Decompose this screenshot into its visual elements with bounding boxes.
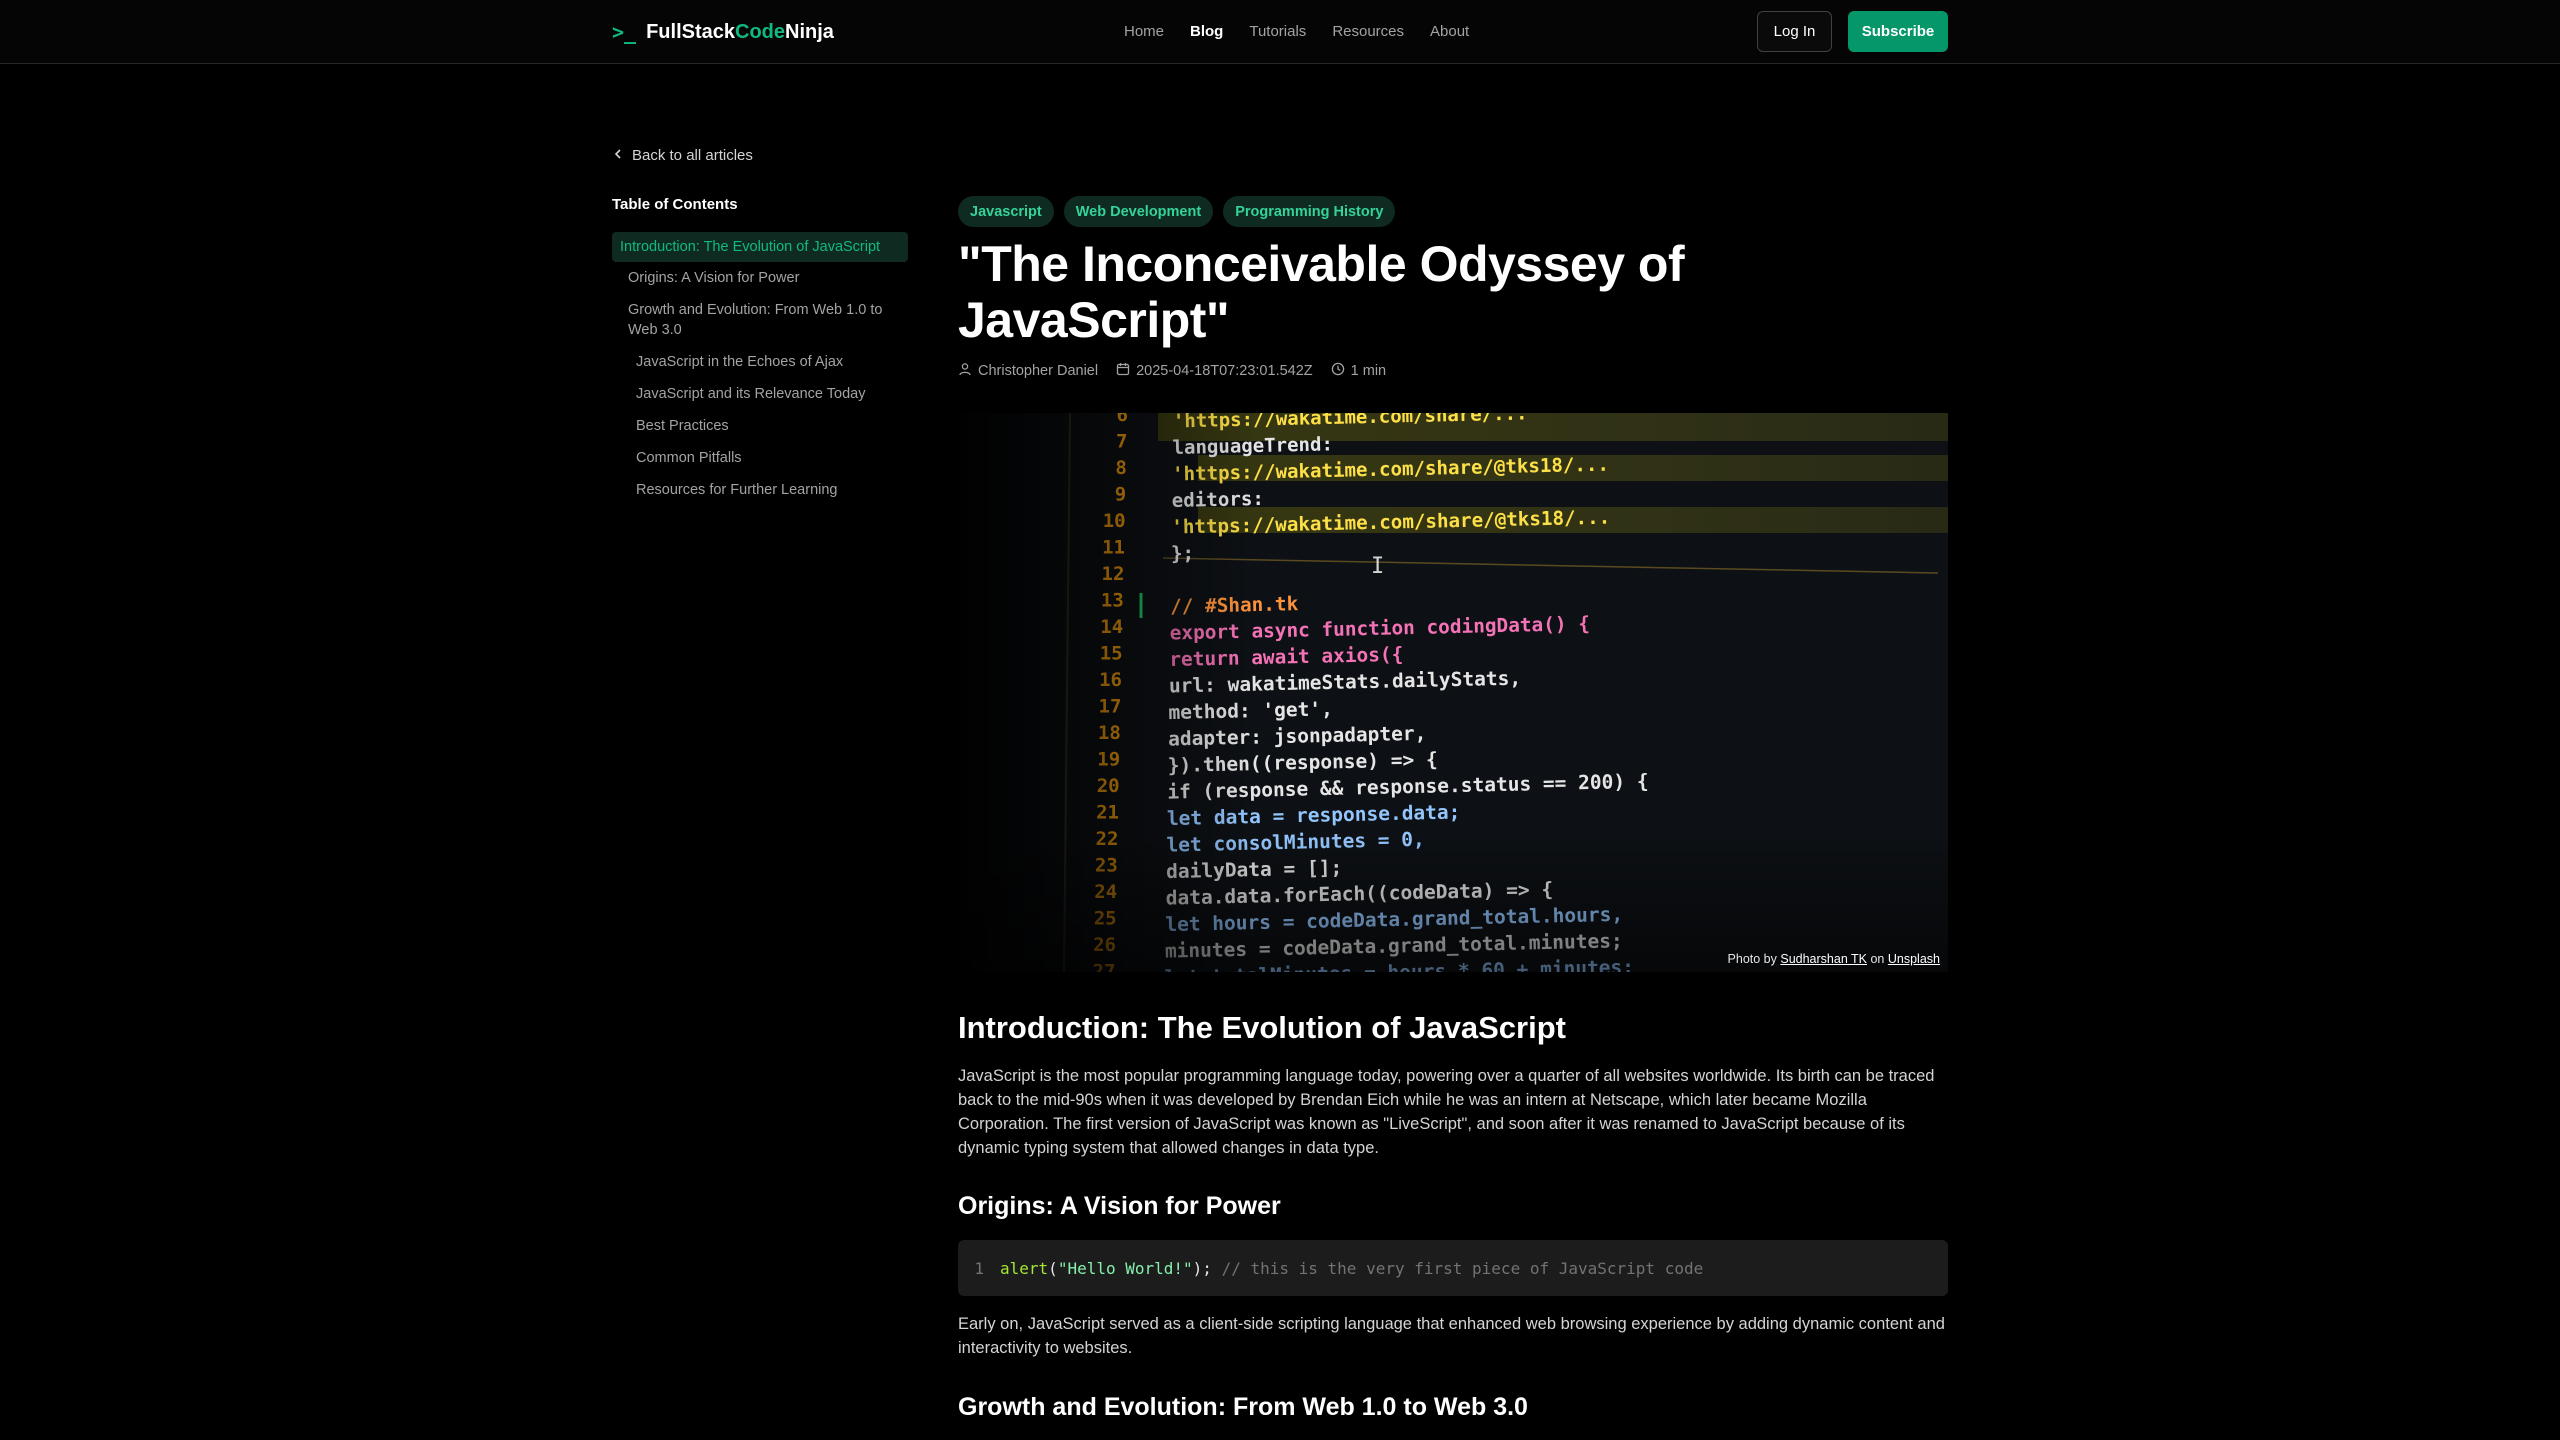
logo-text: FullStackCodeNinja (646, 20, 834, 43)
photo-author-link[interactable]: Sudharshan TK (1780, 952, 1867, 966)
chevron-left-icon (612, 147, 624, 164)
main-nav: Home Blog Tutorials Resources About (1124, 20, 1469, 44)
author-name: Christopher Daniel (978, 363, 1099, 379)
author-meta: Christopher Daniel (958, 362, 1098, 380)
tag-programming-history[interactable]: Programming History (1223, 196, 1396, 227)
terminal-icon: >_ (612, 20, 637, 44)
calendar-icon (1116, 362, 1130, 380)
toc-title: Table of Contents (612, 196, 738, 213)
nav-resources[interactable]: Resources (1332, 20, 1404, 44)
toc-item-origins[interactable]: Origins: A Vision for Power (612, 262, 908, 294)
nav-about[interactable]: About (1430, 20, 1469, 44)
code-line-number: 1 (974, 1258, 984, 1278)
toc-item-common-pitfalls[interactable]: Common Pitfalls (612, 442, 908, 474)
code-function: alert (1000, 1258, 1049, 1278)
site-header: >_ FullStackCodeNinja Home Blog Tutorial… (0, 0, 2560, 64)
table-of-contents: Introduction: The Evolution of JavaScrip… (612, 232, 908, 506)
section-heading-origins: Origins: A Vision for Power (958, 1192, 1281, 1220)
subscribe-button[interactable]: Subscribe (1848, 11, 1948, 52)
photo-credit: Photo by Sudharshan TK on Unsplash (1727, 952, 1940, 966)
nav-tutorials[interactable]: Tutorials (1249, 20, 1306, 44)
site-logo[interactable]: >_ FullStackCodeNinja (612, 18, 834, 46)
code-string: "Hello World!" (1057, 1258, 1193, 1278)
article-title: "The Inconceivable Odyssey of JavaScript… (958, 236, 1685, 348)
toc-item-resources[interactable]: Resources for Further Learning (612, 474, 908, 506)
read-time: 1 min (1350, 363, 1387, 379)
tag-javascript[interactable]: Javascript (958, 196, 1054, 227)
nav-blog[interactable]: Blog (1190, 20, 1223, 44)
section-heading-introduction: Introduction: The Evolution of JavaScrip… (958, 1010, 1566, 1045)
article-meta: Christopher Daniel 2025-04-18T07:23:01.5… (958, 362, 1386, 380)
back-to-articles-link[interactable]: Back to all articles (612, 144, 753, 166)
article-tags: Javascript Web Development Programming H… (958, 196, 1396, 227)
toc-item-introduction[interactable]: Introduction: The Evolution of JavaScrip… (612, 232, 908, 262)
read-time-meta: 1 min (1331, 362, 1386, 380)
paragraph-introduction: JavaScript is the most popular programmi… (958, 1067, 1935, 1157)
toc-item-best-practices[interactable]: Best Practices (612, 410, 908, 442)
paragraph-origins: Early on, JavaScript served as a client-… (958, 1315, 1945, 1357)
code-comment: // this is the very first piece of JavaS… (1221, 1258, 1704, 1278)
code-screenshot-image: 6 'https://wakatime.com/share/...7langua… (958, 413, 1948, 972)
user-icon (958, 362, 972, 380)
clock-icon (1331, 362, 1345, 380)
code-block: 1 alert("Hello World!"); // this is the … (958, 1240, 1948, 1296)
section-heading-growth: Growth and Evolution: From Web 1.0 to We… (958, 1393, 1528, 1421)
date-meta: 2025-04-18T07:23:01.542Z (1116, 362, 1313, 380)
publish-date: 2025-04-18T07:23:01.542Z (1136, 363, 1313, 379)
login-button[interactable]: Log In (1757, 11, 1832, 52)
toc-item-ajax[interactable]: JavaScript in the Echoes of Ajax (612, 346, 908, 378)
hero-image: 6 'https://wakatime.com/share/...7langua… (958, 413, 1948, 972)
toc-item-growth[interactable]: Growth and Evolution: From Web 1.0 to We… (612, 294, 908, 346)
tag-web-development[interactable]: Web Development (1063, 196, 1214, 227)
nav-home[interactable]: Home (1124, 20, 1164, 44)
toc-item-relevance[interactable]: JavaScript and its Relevance Today (612, 378, 908, 410)
unsplash-link[interactable]: Unsplash (1888, 952, 1940, 966)
back-link-label: Back to all articles (632, 146, 753, 164)
